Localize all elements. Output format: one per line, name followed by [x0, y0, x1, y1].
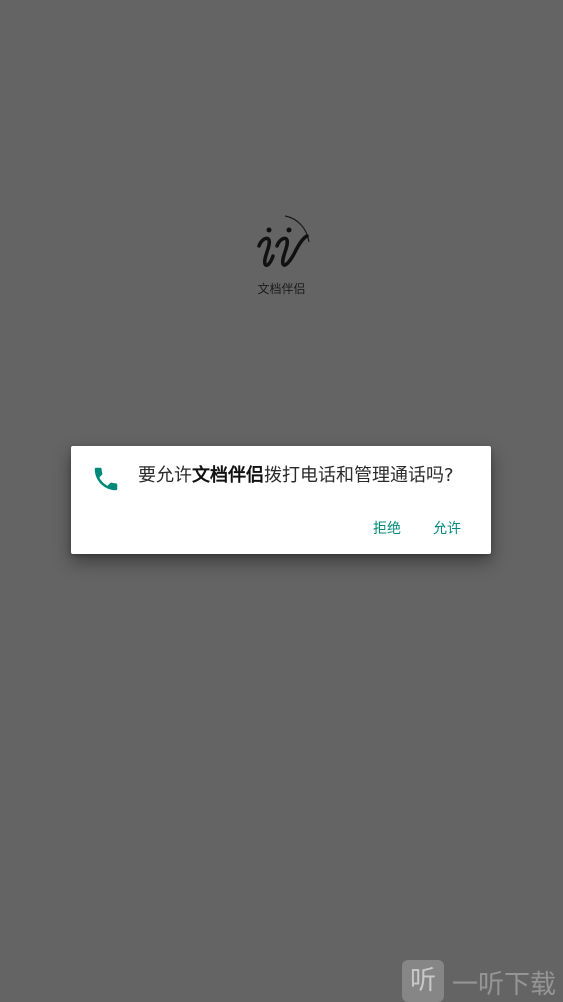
- splash-app-name: 文档伴侣: [257, 282, 306, 296]
- deny-button[interactable]: 拒绝: [369, 514, 405, 542]
- message-prefix: 要允许: [138, 465, 192, 486]
- app-logo-icon: [257, 215, 310, 268]
- dialog-message: 要允许文档伴侣拨打电话和管理通话吗?: [138, 463, 483, 489]
- permission-dialog: 要允许文档伴侣拨打电话和管理通话吗? 拒绝 允许: [71, 446, 491, 554]
- message-suffix: 拨打电话和管理通话吗?: [264, 465, 454, 486]
- watermark: 听 一听下载: [402, 960, 563, 1002]
- watermark-badge: 听: [402, 960, 444, 1002]
- screen: 文档伴侣 要允许文档伴侣拨打电话和管理通话吗? 拒绝 允许 听 一听下载: [0, 0, 563, 1002]
- message-app-name: 文档伴侣: [192, 465, 264, 486]
- phone-icon: [94, 467, 118, 491]
- watermark-text: 一听下载: [452, 970, 557, 1000]
- allow-button[interactable]: 允许: [429, 514, 465, 542]
